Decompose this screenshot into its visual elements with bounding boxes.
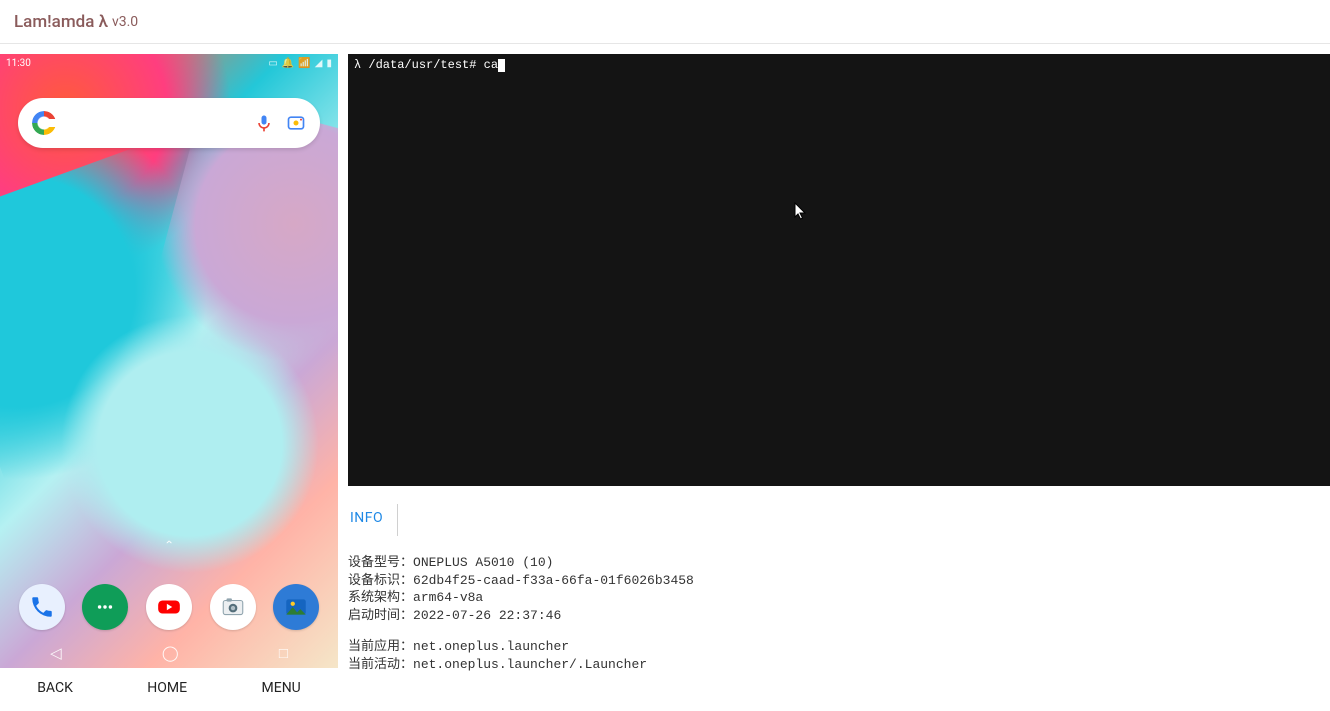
right-panel: λ /data/usr/test# ca INFO 设备型号：ONEPLUS A… — [338, 44, 1330, 711]
terminal-prompt-line: λ /data/usr/test# ca — [354, 58, 1324, 72]
info-value: 2022-07-26 22:37:46 — [413, 608, 561, 623]
bell-icon: 🔔 — [282, 58, 294, 69]
google-g-icon — [32, 111, 56, 135]
dock-camera-icon[interactable] — [210, 584, 256, 630]
dock-youtube-icon[interactable] — [146, 584, 192, 630]
info-row: 当前应用：net.oneplus.launcher — [348, 638, 1330, 656]
info-value: net.oneplus.launcher/.Launcher — [413, 657, 647, 672]
terminal-cursor — [498, 59, 505, 72]
info-section: INFO 设备型号：ONEPLUS A5010 (10) 设备标识：62db4f… — [348, 486, 1330, 673]
lens-icon[interactable] — [286, 113, 306, 133]
device-screen[interactable]: 11:30 ▭ 🔔 📶 ◢ ▮ ＾ — [0, 54, 338, 668]
brand-name: Lam!amda λ — [14, 12, 108, 32]
status-time: 11:30 — [6, 58, 31, 69]
info-row: 设备型号：ONEPLUS A5010 (10) — [348, 554, 1330, 572]
terminal[interactable]: λ /data/usr/test# ca — [348, 54, 1330, 486]
nav-recent-icon[interactable]: □ — [279, 644, 288, 662]
info-value: arm64-v8a — [413, 590, 483, 605]
app-header: Lam!amda λ v3.0 — [0, 0, 1330, 44]
info-row: 启动时间：2022-07-26 22:37:46 — [348, 607, 1330, 625]
dock-gallery-icon[interactable] — [273, 584, 319, 630]
menu-button[interactable]: MENU — [262, 680, 301, 696]
mic-icon[interactable] — [254, 113, 274, 133]
brand-version: v3.0 — [112, 14, 138, 30]
home-button[interactable]: HOME — [147, 680, 187, 696]
tab-info[interactable]: INFO — [348, 504, 398, 536]
nav-back-icon[interactable]: ◁ — [50, 644, 62, 662]
info-label: 当前应用： — [348, 639, 413, 654]
terminal-input[interactable]: ca — [484, 58, 498, 72]
info-value: 62db4f25-caad-f33a-66fa-01f6026b3458 — [413, 573, 694, 588]
nav-home-icon[interactable]: ◯ — [162, 644, 179, 662]
info-body: 设备型号：ONEPLUS A5010 (10) 设备标识：62db4f25-ca… — [348, 536, 1330, 673]
signal-icon: ◢ — [315, 58, 323, 69]
info-row: 系统架构：arm64-v8a — [348, 589, 1330, 607]
back-button[interactable]: BACK — [37, 680, 73, 696]
device-control-row: BACK HOME MENU — [0, 668, 338, 708]
info-label: 当前活动： — [348, 657, 413, 672]
main-layout: 11:30 ▭ 🔔 📶 ◢ ▮ ＾ — [0, 44, 1330, 711]
info-label: 系统架构： — [348, 590, 413, 605]
wifi-icon: 📶 — [298, 58, 310, 69]
app-drawer-handle-icon[interactable]: ＾ — [160, 538, 178, 564]
google-search-bar[interactable] — [18, 98, 320, 148]
mouse-cursor-icon — [794, 202, 808, 222]
android-status-bar: 11:30 ▭ 🔔 📶 ◢ ▮ — [0, 54, 338, 72]
terminal-cwd: /data/usr/test — [368, 58, 469, 72]
status-icons: ▭ 🔔 📶 ◢ ▮ — [268, 58, 332, 69]
dock-messages-icon[interactable] — [82, 584, 128, 630]
info-row: 当前活动：net.oneplus.launcher/.Launcher — [348, 656, 1330, 674]
prompt-suffix: # — [469, 58, 476, 72]
prompt-symbol: λ — [354, 58, 361, 72]
device-panel: 11:30 ▭ 🔔 📶 ◢ ▮ ＾ — [0, 44, 338, 711]
android-navbar: ◁ ◯ □ — [0, 638, 338, 668]
info-label: 设备标识： — [348, 573, 413, 588]
dock — [0, 584, 338, 630]
info-row: 设备标识：62db4f25-caad-f33a-66fa-01f6026b345… — [348, 572, 1330, 590]
info-value: net.oneplus.launcher — [413, 639, 569, 654]
info-value: ONEPLUS A5010 (10) — [413, 555, 553, 570]
info-label: 启动时间： — [348, 608, 413, 623]
info-label: 设备型号： — [348, 555, 413, 570]
volte-icon: ▭ — [268, 58, 277, 69]
dock-phone-icon[interactable] — [19, 584, 65, 630]
battery-icon: ▮ — [326, 58, 332, 69]
